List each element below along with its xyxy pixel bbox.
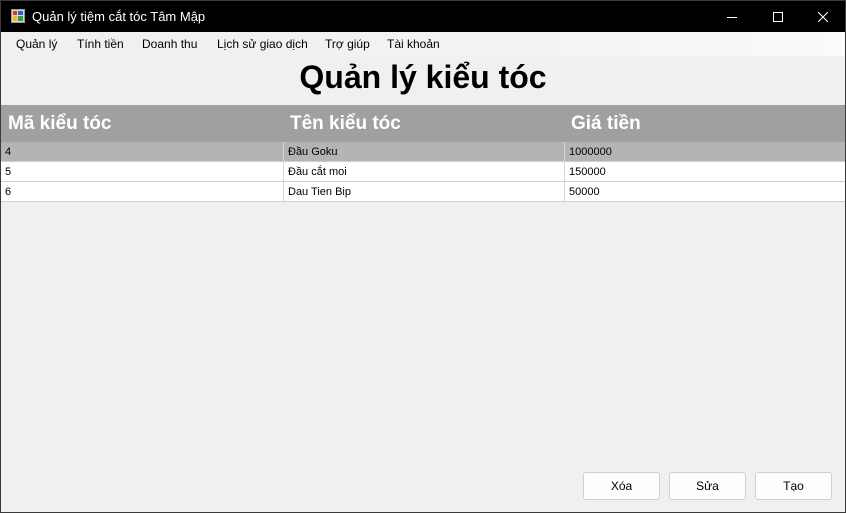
maximize-button[interactable] (755, 1, 801, 32)
table-header: Mã kiểu tóc Tên kiểu tóc Giá tiền (1, 105, 845, 142)
column-header-ma-kieu-toc[interactable]: Mã kiểu tóc (1, 105, 283, 142)
cell-ten-kieu-toc[interactable]: Đầu cắt moi (283, 162, 564, 182)
cell-gia-tien[interactable]: 50000 (564, 182, 845, 202)
table-row[interactable]: 5 Đầu cắt moi 150000 (1, 162, 845, 182)
table-row[interactable]: 4 Đầu Goku 1000000 (1, 142, 845, 162)
cell-ma-kieu-toc[interactable]: 5 (1, 162, 283, 182)
menu-quan-ly[interactable]: Quản lý (16, 37, 57, 51)
edit-button[interactable]: Sửa (669, 472, 746, 500)
title-bar[interactable]: Quản lý tiệm cắt tóc Tâm Mập (1, 1, 845, 32)
column-header-ten-kieu-toc[interactable]: Tên kiểu tóc (283, 105, 564, 142)
create-button[interactable]: Tạo (755, 472, 832, 500)
cell-ten-kieu-toc[interactable]: Dau Tien Bip (283, 182, 564, 202)
main-window: Quản lý tiệm cắt tóc Tâm Mập Quản lý Tín… (0, 0, 846, 513)
delete-button[interactable]: Xóa (583, 472, 660, 500)
minimize-button[interactable] (709, 1, 755, 32)
menu-tro-giup[interactable]: Trợ giúp (325, 37, 370, 51)
menu-lich-su-giao-dich[interactable]: Lịch sử giao dịch (217, 37, 308, 51)
menu-tinh-tien[interactable]: Tính tiền (77, 37, 124, 51)
menu-bar: Quản lý Tính tiền Doanh thu Lịch sử giao… (1, 32, 845, 56)
app-icon (11, 9, 25, 23)
maximize-icon (773, 11, 783, 22)
minimize-icon (727, 16, 737, 18)
close-icon (818, 11, 828, 22)
cell-ten-kieu-toc[interactable]: Đầu Goku (283, 142, 564, 162)
cell-ma-kieu-toc[interactable]: 4 (1, 142, 283, 162)
menu-tai-khoan[interactable]: Tài khoản (387, 37, 440, 51)
cell-gia-tien[interactable]: 1000000 (564, 142, 845, 162)
page-title: Quản lý kiểu tóc (299, 59, 547, 95)
column-header-gia-tien[interactable]: Giá tiền (564, 105, 845, 142)
menu-doanh-thu[interactable]: Doanh thu (142, 37, 197, 51)
hairstyle-table[interactable]: Mã kiểu tóc Tên kiểu tóc Giá tiền 4 Đầu … (1, 105, 845, 467)
table-row[interactable]: 6 Dau Tien Bip 50000 (1, 182, 845, 202)
close-button[interactable] (800, 1, 845, 32)
window-title: Quản lý tiệm cắt tóc Tâm Mập (32, 9, 206, 24)
cell-ma-kieu-toc[interactable]: 6 (1, 182, 283, 202)
cell-gia-tien[interactable]: 150000 (564, 162, 845, 182)
